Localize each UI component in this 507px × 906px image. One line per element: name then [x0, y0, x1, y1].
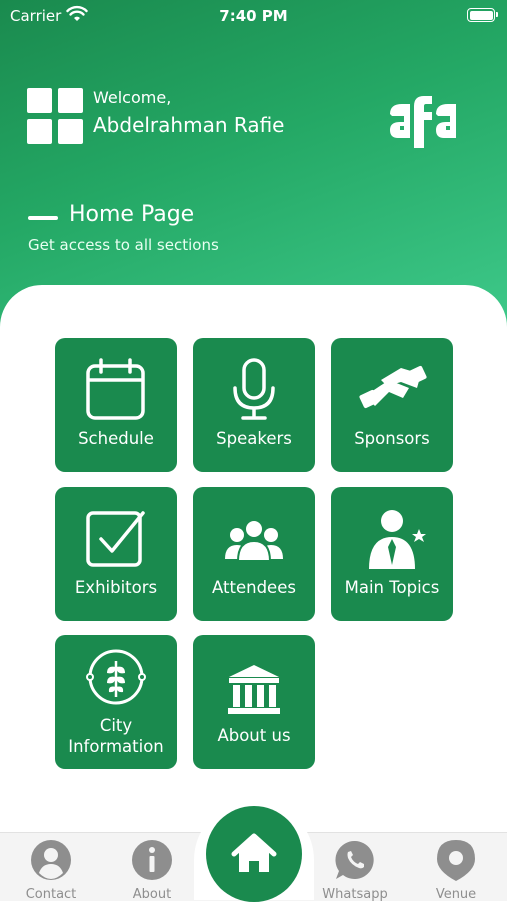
user-name: Abdelrahman Rafie [93, 113, 285, 137]
microphone-icon [233, 358, 275, 420]
calendar-icon [86, 358, 145, 420]
tile-schedule[interactable]: Schedule [55, 338, 177, 472]
welcome-label: Welcome, [93, 88, 172, 107]
tile-main-topics[interactable]: Main Topics [331, 487, 453, 621]
tile-label: Schedule [78, 429, 154, 448]
page-title: Home Page [69, 202, 195, 227]
page-subtitle: Get access to all sections [28, 236, 219, 254]
tile-label: City Information [55, 715, 177, 757]
tile-label: About us [217, 726, 291, 745]
tile-city-information[interactable]: City Information [55, 635, 177, 769]
museum-icon [228, 665, 280, 714]
tile-attendees[interactable]: Attendees [193, 487, 315, 621]
home-button[interactable] [206, 806, 302, 902]
tile-speakers[interactable]: Speakers [193, 338, 315, 472]
checkbox-icon [86, 511, 145, 567]
people-icon [225, 519, 283, 562]
status-bar: Carrier 7:40 PM [0, 0, 507, 32]
tab-contact[interactable]: Contact [1, 839, 101, 902]
battery-icon [467, 8, 498, 22]
menu-grid-icon[interactable] [27, 88, 83, 144]
tile-label-line2: Information [68, 737, 164, 756]
city-leaf-icon [86, 649, 146, 705]
clock: 7:40 PM [219, 7, 288, 25]
home-icon [231, 833, 277, 872]
whatsapp-icon [335, 840, 374, 879]
tile-about-us[interactable]: About us [193, 635, 315, 769]
tile-label: Main Topics [344, 578, 440, 597]
tile-label-line1: City [99, 716, 133, 735]
tile-exhibitors[interactable]: Exhibitors [55, 487, 177, 621]
title-dash [28, 216, 58, 220]
tile-label: Sponsors [354, 429, 430, 448]
tile-label: Exhibitors [74, 578, 158, 597]
tab-venue[interactable]: Venue [406, 839, 506, 902]
tab-about[interactable]: About [102, 839, 202, 902]
tile-sponsors[interactable]: Sponsors [331, 338, 453, 472]
afa-logo [390, 96, 456, 148]
tile-label: Speakers [216, 429, 292, 448]
tile-label: Attendees [212, 578, 296, 597]
info-icon [132, 840, 172, 880]
location-pin-icon [437, 840, 475, 881]
tab-whatsapp[interactable]: Whatsapp [305, 839, 405, 902]
person-icon [31, 840, 71, 880]
person-star-icon [369, 510, 426, 569]
handshake-icon [359, 365, 427, 409]
header-background [0, 0, 507, 330]
